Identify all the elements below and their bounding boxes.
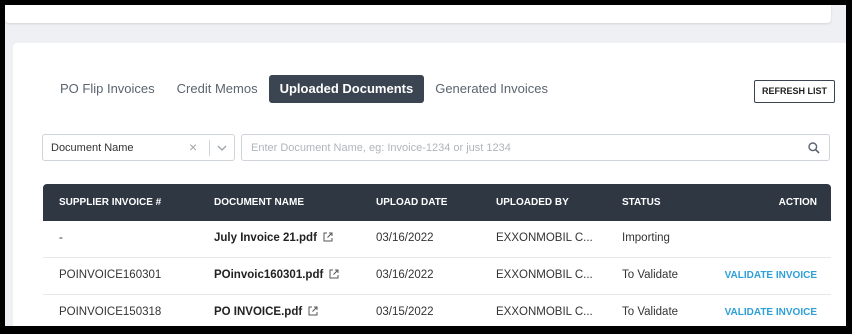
table-row: POINVOICE160301 POinvoic160301.pdf 03/16… — [43, 258, 831, 295]
tab-po-flip-invoices[interactable]: PO Flip Invoices — [49, 75, 166, 103]
uploaded-by-cell: EXXONMOBIL C... — [496, 306, 593, 318]
close-icon[interactable]: × — [189, 139, 197, 155]
column-header-upload-date[interactable]: UPLOAD DATE — [376, 197, 447, 208]
document-name-cell: POinvoic160301.pdf — [214, 269, 339, 281]
document-name-link[interactable]: POinvoic160301.pdf — [214, 269, 323, 281]
column-header-uploaded-by[interactable]: UPLOADED BY — [496, 197, 569, 208]
status-cell: Importing — [622, 232, 670, 244]
validate-invoice-button[interactable]: VALIDATE INVOICE — [725, 270, 817, 281]
search-input[interactable] — [251, 140, 791, 156]
document-name-cell: PO INVOICE.pdf — [214, 306, 318, 318]
tab-generated-invoices[interactable]: Generated Invoices — [424, 75, 559, 103]
validate-invoice-button[interactable]: VALIDATE INVOICE — [725, 307, 817, 318]
select-divider — [209, 140, 210, 156]
tab-credit-memos[interactable]: Credit Memos — [166, 75, 269, 103]
external-link-icon[interactable] — [323, 232, 333, 242]
tab-bar: PO Flip Invoices Credit Memos Uploaded D… — [49, 74, 559, 104]
upload-date-cell: 03/15/2022 — [376, 306, 434, 318]
external-link-icon[interactable] — [308, 306, 318, 316]
status-cell: To Validate — [622, 269, 679, 281]
upload-date-cell: 03/16/2022 — [376, 232, 434, 244]
table-header: SUPPLIER INVOICE # DOCUMENT NAME UPLOAD … — [43, 184, 831, 221]
external-link-icon[interactable] — [329, 269, 339, 279]
documents-table: SUPPLIER INVOICE # DOCUMENT NAME UPLOAD … — [43, 184, 831, 326]
filter-field-select[interactable]: Document Name × — [42, 134, 235, 161]
document-name-link[interactable]: July Invoice 21.pdf — [214, 232, 317, 244]
supplier-invoice-cell: POINVOICE150318 — [59, 306, 162, 318]
documents-panel: PO Flip Invoices Credit Memos Uploaded D… — [13, 43, 846, 326]
column-header-document-name[interactable]: DOCUMENT NAME — [214, 197, 304, 208]
search-icon[interactable] — [807, 141, 821, 155]
search-field — [241, 134, 830, 161]
top-card — [5, 5, 831, 23]
uploaded-by-cell: EXXONMOBIL C... — [496, 269, 593, 281]
document-name-cell: July Invoice 21.pdf — [214, 232, 333, 244]
column-header-status[interactable]: STATUS — [622, 197, 661, 208]
column-header-supplier-invoice[interactable]: SUPPLIER INVOICE # — [59, 197, 161, 208]
app-window: PO Flip Invoices Credit Memos Uploaded D… — [5, 5, 846, 326]
uploaded-by-cell: EXXONMOBIL C... — [496, 232, 593, 244]
refresh-list-button[interactable]: REFRESH LIST — [753, 80, 835, 103]
supplier-invoice-cell: POINVOICE160301 — [59, 269, 162, 281]
column-header-action: ACTION — [778, 197, 817, 208]
supplier-invoice-cell: - — [59, 232, 63, 244]
upload-date-cell: 03/16/2022 — [376, 269, 434, 281]
filter-selected-value: Document Name — [51, 142, 134, 154]
chevron-down-icon[interactable] — [215, 140, 229, 156]
table-row: POINVOICE150318 PO INVOICE.pdf 03/15/202… — [43, 295, 831, 326]
tab-uploaded-documents[interactable]: Uploaded Documents — [268, 75, 425, 103]
status-cell: To Validate — [622, 306, 679, 318]
document-name-link[interactable]: PO INVOICE.pdf — [214, 306, 302, 318]
table-row: - July Invoice 21.pdf 03/16/2022 EXXONMO… — [43, 221, 831, 258]
